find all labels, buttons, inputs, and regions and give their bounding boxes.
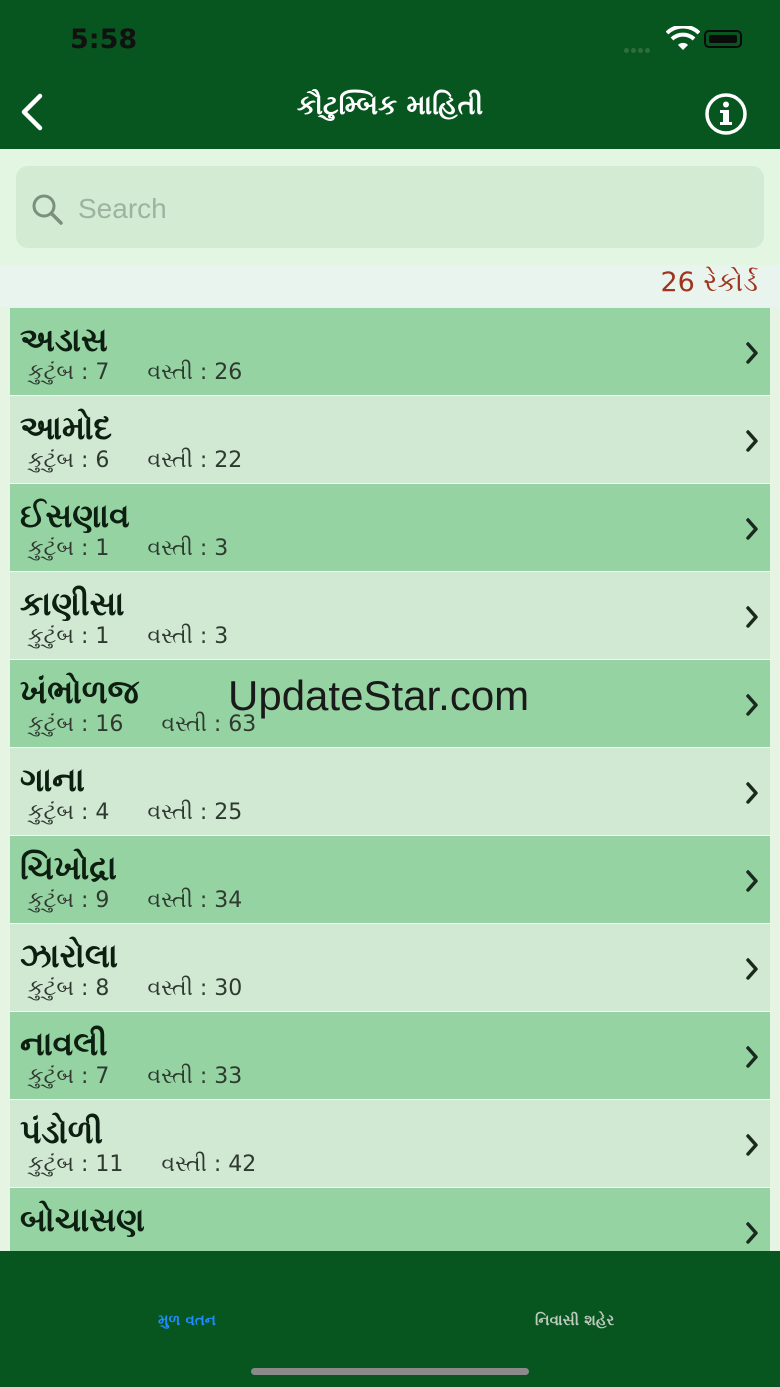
population-count: વસ્તી : 30 bbox=[147, 976, 243, 1001]
records-count-bar: 26 રેકોર્ડ bbox=[0, 265, 780, 307]
list-item[interactable]: કાણીસા કુટુંબ : 1 વસ્તી : 3 bbox=[10, 572, 770, 660]
list-item[interactable]: બોચાસણ bbox=[10, 1188, 770, 1251]
village-stats: કુટુંબ : 11 વસ્તી : 42 bbox=[28, 1152, 256, 1177]
population-count: વસ્તી : 34 bbox=[147, 888, 243, 913]
village-name: ચિખોદ્રા bbox=[20, 848, 117, 887]
village-stats: કુટુંબ : 1 વસ્તી : 3 bbox=[28, 624, 228, 649]
navigation-header: 5:58 કૌટુમ્બિક માહિતી bbox=[0, 0, 780, 149]
family-count: કુટુંબ : 11 bbox=[28, 1152, 124, 1177]
population-count: વસ્તી : 25 bbox=[147, 800, 243, 825]
search-field[interactable] bbox=[16, 166, 764, 248]
chevron-right-icon bbox=[746, 870, 758, 892]
list-item[interactable]: ચિખોદ્રા કુટુંબ : 9 વસ્તી : 34 bbox=[10, 836, 770, 924]
population-count: વસ્તી : 22 bbox=[147, 448, 243, 473]
battery-icon bbox=[704, 30, 742, 48]
village-name: બોચાસણ bbox=[20, 1200, 145, 1239]
village-stats: કુટુંબ : 7 વસ્તી : 33 bbox=[28, 1064, 242, 1089]
village-name: પંડોળી bbox=[20, 1112, 103, 1151]
village-stats: કુટુંબ : 16 વસ્તી : 63 bbox=[28, 712, 256, 737]
search-input[interactable] bbox=[76, 186, 740, 232]
village-stats: કુટુંબ : 9 વસ્તી : 34 bbox=[28, 888, 242, 913]
population-count: વસ્તી : 3 bbox=[147, 624, 229, 649]
tab-resident-city[interactable]: નિવાસી શહેર bbox=[535, 1311, 614, 1329]
family-count: કુટુંબ : 1 bbox=[28, 624, 110, 649]
population-count: વસ્તી : 26 bbox=[147, 360, 243, 385]
family-count: કુટુંબ : 16 bbox=[28, 712, 124, 737]
village-stats: કુટુંબ : 6 વસ્તી : 22 bbox=[28, 448, 242, 473]
cellular-signal-icon bbox=[624, 38, 658, 53]
chevron-right-icon bbox=[746, 430, 758, 452]
village-stats: કુટુંબ : 4 વસ્તી : 25 bbox=[28, 800, 242, 825]
search-icon bbox=[32, 194, 63, 225]
status-time: 5:58 bbox=[70, 24, 138, 55]
chevron-right-icon bbox=[746, 1222, 758, 1244]
village-name: કાણીસા bbox=[20, 584, 125, 623]
village-name: આમોદ bbox=[20, 408, 112, 447]
family-count: કુટુંબ : 7 bbox=[28, 360, 110, 385]
family-count: કુટુંબ : 9 bbox=[28, 888, 110, 913]
list-item[interactable]: અડાસ કુટુંબ : 7 વસ્તી : 26 bbox=[10, 308, 770, 396]
info-icon[interactable] bbox=[704, 92, 748, 136]
tab-native-place[interactable]: મુળ વતન bbox=[158, 1311, 216, 1329]
list-item[interactable]: ઝારોલા કુટુંબ : 8 વસ્તી : 30 bbox=[10, 924, 770, 1012]
village-stats: કુટુંબ : 7 વસ્તી : 26 bbox=[28, 360, 242, 385]
chevron-right-icon bbox=[746, 958, 758, 980]
chevron-right-icon bbox=[746, 694, 758, 716]
search-bar bbox=[0, 149, 780, 265]
village-stats: કુટુંબ : 8 વસ્તી : 30 bbox=[28, 976, 242, 1001]
chevron-right-icon bbox=[746, 518, 758, 540]
village-stats: કુટુંબ : 1 વસ્તી : 3 bbox=[28, 536, 228, 561]
watermark: UpdateStar.com bbox=[228, 672, 530, 719]
village-name: ઝારોલા bbox=[20, 936, 118, 975]
page-title: કૌટુમ્બિક માહિતી bbox=[296, 90, 484, 121]
village-name: ઈસણાવ bbox=[20, 496, 130, 535]
chevron-right-icon bbox=[746, 1046, 758, 1068]
village-name: નાવલી bbox=[20, 1024, 108, 1063]
population-count: વસ્તી : 33 bbox=[147, 1064, 243, 1089]
wifi-icon bbox=[666, 26, 700, 50]
village-name: અડાસ bbox=[20, 320, 108, 359]
list-item[interactable]: ઈસણાવ કુટુંબ : 1 વસ્તી : 3 bbox=[10, 484, 770, 572]
list-item[interactable]: આમોદ કુટુંબ : 6 વસ્તી : 22 bbox=[10, 396, 770, 484]
records-count: 26 રેકોર્ડ bbox=[660, 267, 758, 298]
village-stats bbox=[28, 1240, 66, 1251]
list-item[interactable]: નાવલી કુટુંબ : 7 વસ્તી : 33 bbox=[10, 1012, 770, 1100]
chevron-right-icon bbox=[746, 782, 758, 804]
chevron-right-icon bbox=[746, 606, 758, 628]
family-count: કુટુંબ : 1 bbox=[28, 536, 110, 561]
family-count: કુટુંબ : 8 bbox=[28, 976, 110, 1001]
village-list: અડાસ કુટુંબ : 7 વસ્તી : 26 આમોદ કુટુંબ : 6 વસ… bbox=[10, 308, 770, 1251]
village-name: ગાના bbox=[20, 760, 85, 799]
population-count: વસ્તી : 42 bbox=[161, 1152, 257, 1177]
tab-bar: મુળ વતન નિવાસી શહેર bbox=[0, 1251, 780, 1387]
list-item[interactable]: ગાના કુટુંબ : 4 વસ્તી : 25 bbox=[10, 748, 770, 836]
list-item[interactable]: પંડોળી કુટુંબ : 11 વસ્તી : 42 bbox=[10, 1100, 770, 1188]
family-count: કુટુંબ : 7 bbox=[28, 1064, 110, 1089]
chevron-right-icon bbox=[746, 342, 758, 364]
chevron-right-icon bbox=[746, 1134, 758, 1156]
home-indicator bbox=[251, 1368, 529, 1375]
family-count: કુટુંબ : 6 bbox=[28, 448, 110, 473]
population-count: વસ્તી : 3 bbox=[147, 536, 229, 561]
family-count: કુટુંબ : 4 bbox=[28, 800, 110, 825]
village-name: ખંભોળજ bbox=[20, 672, 139, 711]
